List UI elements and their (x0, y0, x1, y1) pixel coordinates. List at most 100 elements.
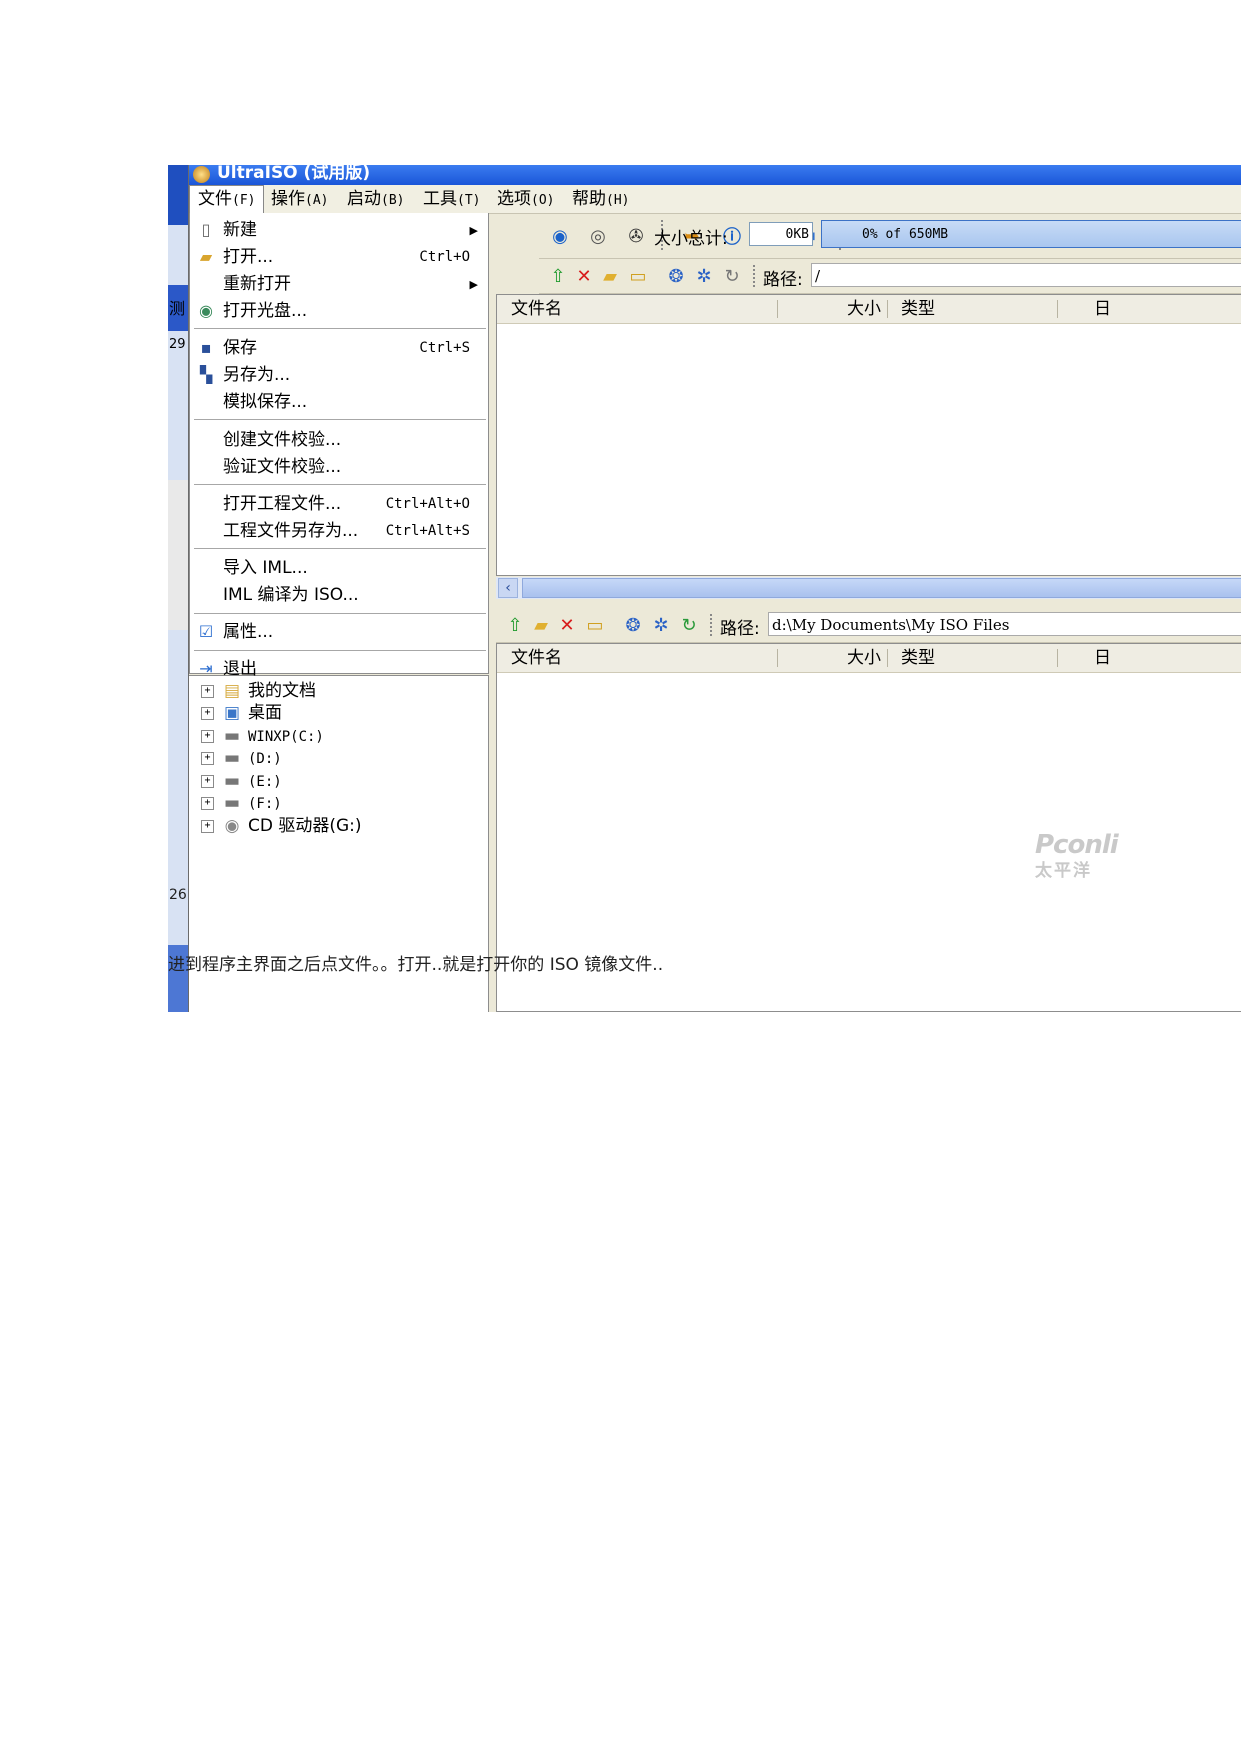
desktop-text-3: 26 (169, 887, 187, 903)
lower-path-label: 路径: (720, 619, 760, 639)
capacity-bar: 0% of 650MB (821, 220, 1241, 248)
col-filename[interactable]: 文件名 (511, 644, 562, 672)
tree-item-drive-f[interactable]: + ▬ (F:) (201, 792, 282, 814)
rename-icon[interactable]: ▭ (627, 265, 649, 287)
delete-icon[interactable]: ✕ (573, 265, 595, 287)
new-file-icon: ▯ (201, 220, 211, 239)
new-folder-icon[interactable]: ▰ (530, 614, 552, 636)
upper-path-label: 路径: (763, 270, 803, 290)
refresh-icon[interactable]: ↻ (721, 265, 743, 287)
menu-item-reopen[interactable]: 重新打开 ▶ (190, 271, 488, 298)
upper-path-input[interactable]: / (811, 263, 1241, 287)
menu-item-create-checksum[interactable]: 创建文件校验... (190, 427, 488, 454)
desktop-text-2: 29 (169, 337, 186, 352)
open-folder-icon: ▰ (199, 247, 213, 266)
burn-disc-icon[interactable]: ✇ (625, 225, 647, 247)
col-size[interactable]: 大小 (847, 644, 881, 672)
column-divider (1057, 300, 1058, 318)
cd-drive-icon: ◉ (224, 816, 240, 836)
menu-item-open[interactable]: ▰ 打开... Ctrl+O (190, 244, 488, 271)
menu-separator (194, 484, 486, 485)
drive-icon: ▬ (223, 793, 241, 813)
menu-options[interactable]: 选项(O) (497, 185, 554, 215)
menu-item-compile-iml[interactable]: IML 编译为 ISO... (190, 582, 488, 609)
menu-item-properties[interactable]: ☑ 属性... (190, 619, 488, 646)
col-type[interactable]: 类型 (901, 295, 935, 323)
menu-item-open-project[interactable]: 打开工程文件... Ctrl+Alt+O (190, 491, 488, 518)
menu-separator (194, 419, 486, 420)
window-titlebar[interactable]: UltraISO (试用版) (189, 165, 1241, 185)
col-filename[interactable]: 文件名 (511, 295, 562, 323)
horizontal-scrollbar[interactable]: ‹ (496, 577, 1241, 599)
drive-icon: ▬ (223, 771, 241, 791)
menu-item-open-disc[interactable]: ◉ 打开光盘... (190, 298, 488, 325)
tree-item-drive-c[interactable]: + ▬ WINXP(C:) (201, 725, 324, 747)
add-files-icon[interactable]: ❂ (665, 265, 687, 287)
menu-item-save-as[interactable]: ▚ 另存为... (190, 362, 488, 389)
menu-item-verify-checksum[interactable]: 验证文件校验... (190, 454, 488, 481)
menu-item-save-project-as[interactable]: 工程文件另存为... Ctrl+Alt+S (190, 518, 488, 545)
desktop-background-strip: 测 29 26 (168, 165, 188, 1012)
save-floppy-icon: ▪ (200, 338, 212, 357)
refresh-icon[interactable]: ↻ (678, 614, 700, 636)
desktop-text-1: 测 (169, 299, 186, 318)
exit-door-icon: ⇥ (199, 659, 213, 678)
desktop-panel-1 (168, 165, 188, 225)
submenu-arrow-icon: ▶ (469, 224, 478, 237)
menu-item-exit[interactable]: ⇥ 退出 (190, 656, 488, 683)
menu-item-save[interactable]: ▪ 保存 Ctrl+S (190, 335, 488, 362)
col-type[interactable]: 类型 (901, 644, 935, 672)
column-divider (887, 300, 888, 318)
menu-action[interactable]: 操作(A) (271, 185, 328, 215)
tree-item-cd-drive-g[interactable]: + ◉ CD 驱动器(G:) (201, 815, 362, 837)
tree-item-desktop[interactable]: + ▣ 桌面 (201, 702, 282, 724)
upper-panel-toolbar: ⇧ ✕ ▰ ▭ ❂ ✲ ↻ 路径: / (539, 259, 1241, 294)
document-caption: 进到程序主界面之后点文件。。打开..就是打开你的 ISO 镜像文件.. (168, 955, 664, 975)
tree-item-my-documents[interactable]: + ▤ 我的文档 (201, 680, 316, 702)
upper-file-list[interactable]: 文件名 大小 类型 日 (496, 294, 1241, 576)
menu-item-new[interactable]: ▯ 新建 ▶ (190, 217, 488, 244)
settings-gear-icon[interactable]: ✲ (693, 265, 715, 287)
ultraiso-window: UltraISO (试用版) 文件(F) 操作(A) 启动(B) 工具(T) 选… (188, 165, 1241, 1012)
menu-help[interactable]: 帮助(H) (572, 185, 629, 215)
drive-icon: ▬ (223, 726, 241, 746)
up-arrow-icon[interactable]: ⇧ (504, 614, 526, 636)
menu-boot[interactable]: 启动(B) (347, 185, 404, 215)
menu-item-simulate-save[interactable]: 模拟保存... (190, 389, 488, 416)
new-folder-icon[interactable]: ▰ (599, 265, 621, 287)
lower-panel-toolbar: ⇧ ▰ ✕ ▭ ❂ ✲ ↻ 路径: d:\My Documents\My ISO… (496, 608, 1241, 643)
menu-file[interactable]: 文件(F) (189, 185, 265, 213)
rename-icon[interactable]: ▭ (584, 614, 606, 636)
up-arrow-icon[interactable]: ⇧ (547, 265, 569, 287)
scroll-thumb[interactable] (522, 578, 1241, 598)
add-files-icon[interactable]: ❂ (622, 614, 644, 636)
lower-path-input[interactable]: d:\My Documents\My ISO Files (768, 612, 1241, 636)
menu-tools[interactable]: 工具(T) (423, 185, 480, 215)
tree-item-drive-d[interactable]: + ▬ (D:) (201, 747, 282, 769)
col-date[interactable]: 日 (1094, 644, 1111, 672)
lower-column-header: 文件名 大小 类型 日 (497, 644, 1241, 673)
settings-gear-icon[interactable]: ✲ (650, 614, 672, 636)
desktop-panel-3 (168, 480, 188, 630)
submenu-arrow-icon: ▶ (469, 278, 478, 291)
col-date[interactable]: 日 (1094, 295, 1111, 323)
delete-icon[interactable]: ✕ (556, 614, 578, 636)
window-title: UltraISO (试用版) (217, 165, 371, 183)
properties-check-icon: ☑ (198, 622, 214, 641)
size-total-value: 0KB (749, 222, 813, 246)
menu-separator (194, 548, 486, 549)
tree-item-drive-e[interactable]: + ▬ (E:) (201, 770, 282, 792)
desktop-icon: ▣ (223, 703, 241, 723)
menu-item-import-iml[interactable]: 导入 IML... (190, 555, 488, 582)
scroll-left-arrow-icon[interactable]: ‹ (498, 578, 518, 598)
col-size[interactable]: 大小 (847, 295, 881, 323)
ultraiso-app-icon (193, 166, 210, 183)
file-menu-dropdown: ▯ 新建 ▶ ▰ 打开... Ctrl+O 重新打开 ▶ ◉ 打开光盘... ▪ 保存 Ctrl… (189, 213, 489, 679)
open-disc-icon[interactable]: ◉ (549, 225, 571, 247)
toolbar-separator (710, 614, 712, 638)
main-toolbar: ◉ ◎ ✇ ➥ ⓘ ? ⇥ 大小总计: 0KB 0% of 650MB (539, 214, 1241, 259)
pconline-watermark: Pconli 太平洋 (1035, 830, 1119, 881)
column-divider (887, 649, 888, 667)
disc-copy-icon[interactable]: ◎ (587, 225, 609, 247)
menu-bar: 文件(F) 操作(A) 启动(B) 工具(T) 选项(O) 帮助(H) (189, 185, 1241, 214)
